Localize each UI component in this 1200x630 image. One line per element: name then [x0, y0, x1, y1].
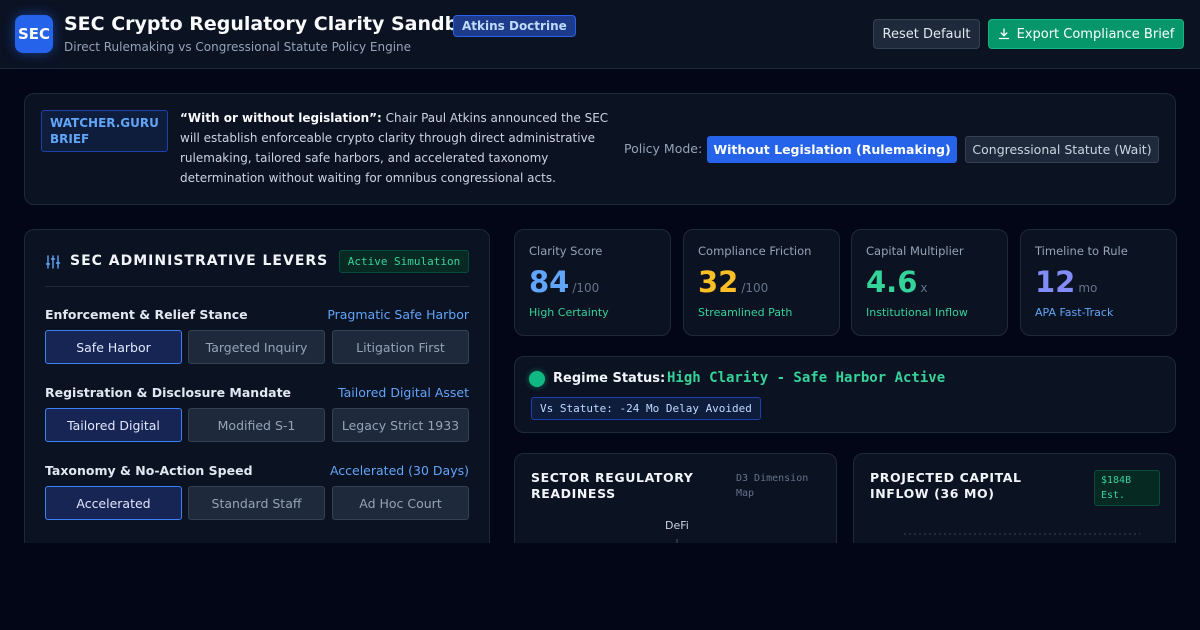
statute-delay-badge: Vs Statute: -24 Mo Delay Avoided: [531, 397, 761, 420]
news-brief: WATCHER.GURU BRIEF “With or without legi…: [24, 93, 1176, 205]
registration-mandate-label: Registration & Disclosure Mandate: [45, 385, 292, 400]
metric-subtext: Institutional Inflow: [866, 306, 968, 319]
metric-value: 84/100: [529, 265, 599, 299]
source-tag: WATCHER.GURU BRIEF: [41, 110, 168, 152]
option-ad-hoc-court[interactable]: Ad Hoc Court: [332, 486, 469, 520]
app-header: SEC SEC Crypto Regulatory Clarity Sandbo…: [0, 0, 1200, 69]
administrative-levers-panel: SEC ADMINISTRATIVE LEVERS Active Simulat…: [24, 229, 490, 559]
reset-label: Reset Default: [882, 26, 971, 42]
sec-logo: SEC: [15, 15, 53, 53]
mode-congressional-statute-button[interactable]: Congressional Statute (Wait): [965, 136, 1159, 163]
metric-clarity-score: Clarity Score 84/100 High Certainty: [514, 229, 671, 336]
metric-unit: mo: [1078, 281, 1098, 295]
metric-label: Compliance Friction: [698, 244, 812, 258]
metric-value: 4.6 x: [866, 265, 927, 299]
option-tailored-digital[interactable]: Tailored Digital: [45, 408, 182, 442]
policy-mode-label: Policy Mode:: [624, 141, 703, 156]
simulation-status-badge: Active Simulation: [339, 250, 469, 273]
metric-number: 12: [1035, 265, 1076, 299]
page-bottom-background: [0, 543, 1200, 630]
metric-subtext: Streamlined Path: [698, 306, 793, 319]
export-label: Export Compliance Brief: [1016, 26, 1175, 42]
taxonomy-speed-value: Accelerated (30 Days): [329, 463, 469, 478]
status-indicator-dot: [529, 371, 545, 387]
brief-quote: “With or without legislation”:: [180, 111, 382, 125]
metric-unit: /100: [741, 281, 769, 295]
enforcement-stance-value: Pragmatic Safe Harbor: [327, 307, 469, 322]
option-targeted-inquiry[interactable]: Targeted Inquiry: [188, 330, 325, 364]
metric-capital-multiplier: Capital Multiplier 4.6 x Institutional In…: [851, 229, 1008, 336]
inflow-estimate-badge: $184B Est.: [1094, 470, 1160, 506]
metric-number: 84: [529, 265, 570, 299]
doctrine-badge: Atkins Doctrine: [453, 15, 576, 37]
reset-default-button[interactable]: Reset Default: [873, 19, 980, 49]
page-subtitle: Direct Rulemaking vs Congressional Statu…: [64, 40, 412, 54]
chart-gridline: [904, 533, 1140, 535]
metric-timeline-to-rule: Timeline to Rule 12 mo APA Fast-Track: [1020, 229, 1177, 336]
brief-text: “With or without legislation”: Chair Pau…: [180, 108, 620, 188]
enforcement-stance-label: Enforcement & Relief Stance: [45, 307, 248, 322]
export-compliance-brief-button[interactable]: Export Compliance Brief: [988, 19, 1184, 49]
sector-readiness-title: SECTOR REGULATORY READINESS: [531, 470, 694, 501]
sliders-icon: [45, 255, 61, 269]
metric-unit: /100: [572, 281, 600, 295]
metric-compliance-friction: Compliance Friction 32/100 Streamlined P…: [683, 229, 840, 336]
mode-without-legislation-button[interactable]: Without Legislation (Rulemaking): [707, 136, 957, 163]
capital-inflow-title: PROJECTED CAPITAL INFLOW (36 MO): [870, 470, 1022, 501]
metric-subtext: High Certainty: [529, 306, 609, 319]
metric-value: 32/100: [698, 265, 768, 299]
regime-status-label: Regime Status:: [553, 371, 666, 386]
metric-subtext: APA Fast-Track: [1035, 306, 1114, 319]
metric-label: Capital Multiplier: [866, 244, 964, 258]
metric-unit: x: [920, 281, 928, 295]
levers-title: SEC ADMINISTRATIVE LEVERS: [70, 253, 329, 269]
regime-status-panel: Regime Status: High Clarity - Safe Harbo…: [514, 356, 1176, 433]
option-standard-staff[interactable]: Standard Staff: [188, 486, 325, 520]
option-litigation-first[interactable]: Litigation First: [332, 330, 469, 364]
sector-map-meta: D3 Dimension Map: [736, 473, 809, 499]
divider: [45, 286, 469, 287]
option-modified-s1[interactable]: Modified S-1: [188, 408, 325, 442]
regime-status-value: High Clarity - Safe Harbor Active: [667, 370, 946, 386]
page-title: SEC Crypto Regulatory Clarity Sandbox: [64, 13, 484, 35]
option-legacy-strict-1933[interactable]: Legacy Strict 1933: [332, 408, 469, 442]
option-accelerated[interactable]: Accelerated: [45, 486, 182, 520]
metric-value: 12 mo: [1035, 265, 1097, 299]
metric-label: Clarity Score: [529, 244, 603, 258]
taxonomy-speed-label: Taxonomy & No-Action Speed: [45, 463, 253, 478]
download-icon: [998, 28, 1009, 40]
registration-mandate-value: Tailored Digital Asset: [338, 385, 469, 400]
radar-axis-label: DeFi: [665, 519, 689, 532]
option-safe-harbor[interactable]: Safe Harbor: [45, 330, 182, 364]
metric-number: 32: [698, 265, 739, 299]
metric-number: 4.6: [866, 265, 918, 299]
metric-label: Timeline to Rule: [1035, 244, 1128, 258]
